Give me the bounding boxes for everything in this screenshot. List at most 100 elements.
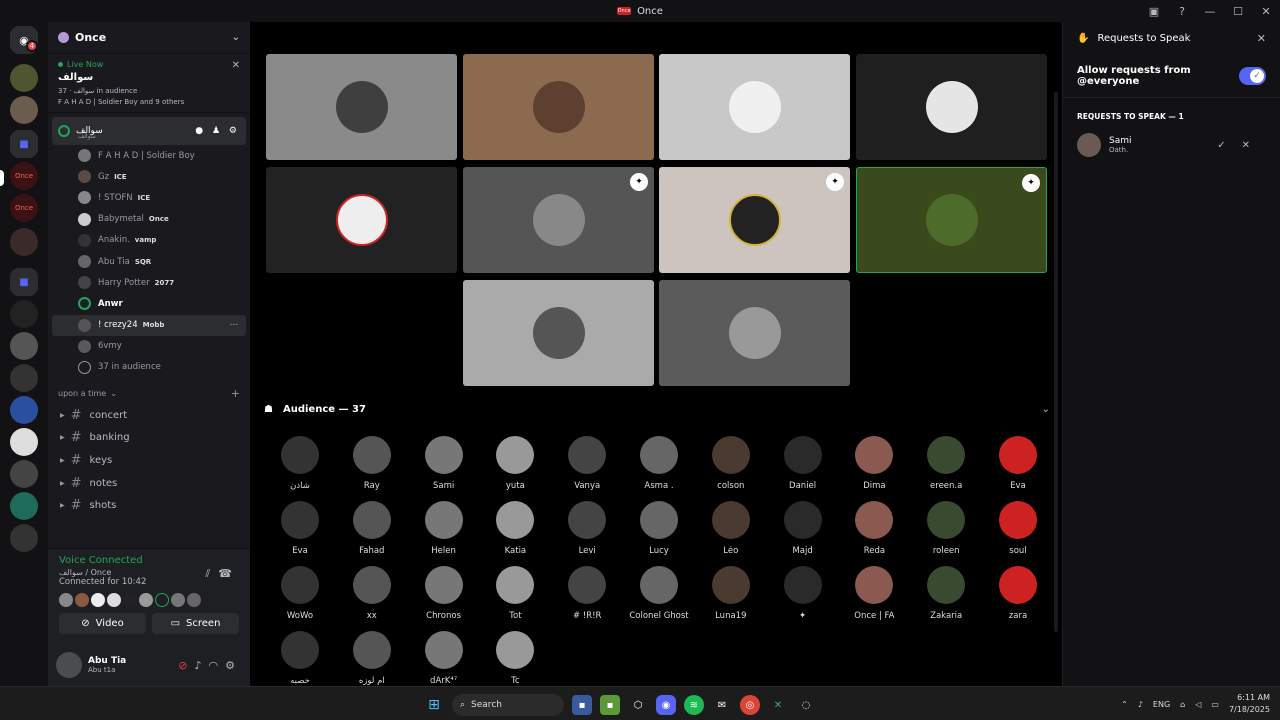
audience-member[interactable]: شاذن xyxy=(270,436,330,491)
language-indicator[interactable]: ENG xyxy=(1153,700,1170,709)
speaker-tile[interactable] xyxy=(463,54,654,160)
server-once-icon[interactable]: Once xyxy=(10,194,38,222)
live-stage-banner[interactable]: Live Now سوالف سوالف · 37 in audience F … xyxy=(48,54,250,113)
audience-member[interactable]: Colonel Ghost xyxy=(629,566,689,621)
server-once-icon[interactable]: Once xyxy=(10,162,38,190)
audience-member[interactable]: Ray xyxy=(342,436,402,491)
maximize-button[interactable]: ☐ xyxy=(1224,5,1252,18)
folder-icon[interactable]: ■ xyxy=(10,268,38,296)
speaker-tile[interactable] xyxy=(856,54,1047,160)
channel-banking[interactable]: ▶ # banking xyxy=(48,427,250,450)
mail-icon[interactable]: ✉ xyxy=(712,695,732,715)
audience-member[interactable]: Sami xyxy=(414,436,474,491)
audience-member[interactable]: ✦ xyxy=(773,566,833,621)
allow-requests-toggle[interactable] xyxy=(1238,66,1266,85)
audience-member[interactable]: Levi xyxy=(557,501,617,556)
invite-to-speak-icon[interactable]: ✓ xyxy=(1217,140,1241,151)
speaker-tile[interactable]: ✦ xyxy=(463,167,654,273)
inbox-icon[interactable]: ▣ xyxy=(1140,5,1168,18)
video-button[interactable]: ⊘ Video xyxy=(59,613,146,634)
channel-concert[interactable]: ▶ # concert xyxy=(48,404,250,427)
audience-member[interactable]: yuta xyxy=(485,436,545,491)
server-icon[interactable] xyxy=(10,492,38,520)
audience-member[interactable]: Once | FA xyxy=(844,566,904,621)
list-item[interactable]: F A H A D | Soldier Boy xyxy=(48,145,250,166)
server-icon[interactable] xyxy=(10,524,38,552)
guild-header[interactable]: Once ⌄ xyxy=(48,22,250,54)
server-icon[interactable] xyxy=(10,64,38,92)
speaker-tile-speaking[interactable]: ✦ xyxy=(856,167,1047,273)
audience-count[interactable]: 37 in audience xyxy=(48,357,250,378)
server-icon[interactable] xyxy=(10,428,38,456)
server-icon[interactable] xyxy=(10,332,38,360)
audience-member[interactable]: Vanya xyxy=(557,436,617,491)
taskbar-search[interactable]: ⌕ Search xyxy=(452,694,564,716)
server-icon[interactable] xyxy=(10,96,38,124)
request-item[interactable]: Sami Oath. ✓✕ xyxy=(1063,129,1280,161)
headphones-icon[interactable]: ◠ xyxy=(209,659,226,672)
volume-icon[interactable]: ◁ xyxy=(1195,700,1201,709)
server-icon[interactable] xyxy=(10,364,38,392)
audience-member[interactable]: Majd xyxy=(773,501,833,556)
avatar[interactable] xyxy=(56,652,82,678)
audience-member[interactable]: Tc xyxy=(485,631,545,686)
server-icon[interactable] xyxy=(10,300,38,328)
add-channel-icon[interactable]: + xyxy=(231,387,240,400)
chevron-up-icon[interactable]: ⌃ xyxy=(1121,700,1128,709)
dismiss-icon[interactable]: ✕ xyxy=(1242,140,1266,151)
audience-member[interactable]: WoWo xyxy=(270,566,330,621)
audience-member[interactable]: ام لوزه xyxy=(342,631,402,686)
clock[interactable]: 6:11 AM 7/18/2025 xyxy=(1229,692,1270,716)
audience-member[interactable]: Lucy xyxy=(629,501,689,556)
audience-member[interactable]: Léo xyxy=(701,501,761,556)
folder-icon[interactable]: ■ xyxy=(10,130,38,158)
server-icon[interactable] xyxy=(10,228,38,256)
audience-member[interactable]: zara xyxy=(988,566,1048,621)
chevron-down-icon[interactable]: ⌄ xyxy=(232,32,240,43)
audience-header[interactable]: ☗ Audience — 37 ⌄ xyxy=(264,400,1050,418)
audience-member[interactable]: Eva xyxy=(270,501,330,556)
audience-member[interactable]: Tot xyxy=(485,566,545,621)
xbox-icon[interactable]: ✕ xyxy=(768,695,788,715)
list-item[interactable]: Abu Tia SQR xyxy=(48,251,250,272)
list-item[interactable]: Harry Potter 2077 xyxy=(48,272,250,293)
close-icon[interactable]: ✕ xyxy=(232,60,240,71)
audience-member[interactable]: Daniel xyxy=(773,436,833,491)
voice-status[interactable]: Voice Connected xyxy=(59,555,239,566)
audience-member[interactable]: dArK⁴⁷ xyxy=(414,631,474,686)
audience-member[interactable]: Eva xyxy=(988,436,1048,491)
speaker-tile[interactable] xyxy=(659,54,850,160)
list-item[interactable]: 6vmy xyxy=(48,336,250,357)
audience-member[interactable]: خصبه xyxy=(270,631,330,686)
channel-notes[interactable]: ▶ # notes xyxy=(48,472,250,495)
spotify-icon[interactable]: ≋ xyxy=(684,695,704,715)
list-item[interactable]: ! STOFN ICE xyxy=(48,187,250,208)
speaker-tile[interactable]: ✦ xyxy=(659,167,850,273)
list-item[interactable]: Gz ICE xyxy=(48,166,250,187)
teams-icon[interactable]: ▪ xyxy=(572,695,592,715)
stage-channel-actions[interactable]: ● ♟ ⚙ xyxy=(195,126,240,136)
channel-keys[interactable]: ▶ # keys xyxy=(48,449,250,472)
help-icon[interactable]: ? xyxy=(1168,5,1196,18)
list-item[interactable]: Anwr xyxy=(48,293,250,314)
audience-member[interactable]: ereen.a xyxy=(916,436,976,491)
speaker-tile[interactable] xyxy=(266,167,457,273)
chrome-icon[interactable]: ◎ xyxy=(740,695,760,715)
camera-off-icon[interactable]: ⊘ xyxy=(178,659,194,672)
speaker-tile[interactable] xyxy=(659,280,850,386)
audience-member[interactable]: Katia xyxy=(485,501,545,556)
close-icon[interactable]: ✕ xyxy=(1257,32,1266,45)
channel-shots[interactable]: ▶ # shots xyxy=(48,494,250,517)
app-icon[interactable]: ⬡ xyxy=(628,695,648,715)
audience-member[interactable]: Helen xyxy=(414,501,474,556)
microphone-icon[interactable]: ♪ xyxy=(194,659,208,672)
speaker-tile[interactable] xyxy=(266,54,457,160)
list-item[interactable]: Anakin. vamp xyxy=(48,230,250,251)
speaker-tile[interactable] xyxy=(463,280,654,386)
network-icon[interactable]: ⌂ xyxy=(1180,700,1185,709)
server-icon[interactable] xyxy=(10,396,38,424)
audience-member[interactable]: Dima xyxy=(844,436,904,491)
audience-member[interactable]: # !R!R xyxy=(557,566,617,621)
minimize-button[interactable]: — xyxy=(1196,5,1224,18)
more-icon[interactable]: ⋯ xyxy=(230,320,239,330)
